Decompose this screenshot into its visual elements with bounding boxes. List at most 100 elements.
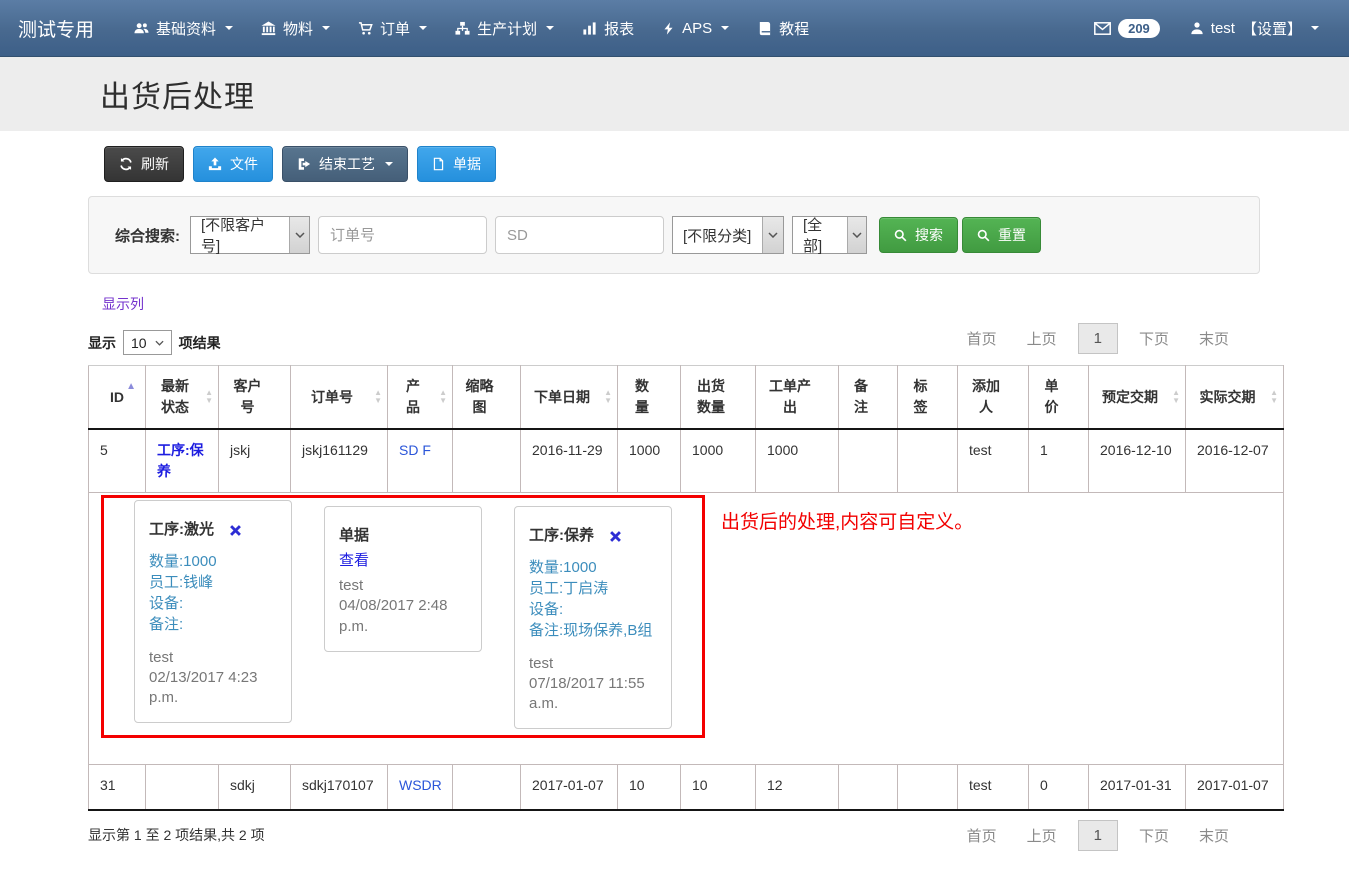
results-table: ID▲ 最新状态▲▼ 客户号 订单号▲▼ 产品▲▼ 缩略图 下单日期▲▼ 数量 … <box>88 365 1284 811</box>
list-controls-row: 显示 10 项结果 首页 上页 1 下页 末页 <box>88 322 1284 355</box>
product-link[interactable]: SD F <box>399 442 431 458</box>
length-prefix: 显示 <box>88 333 116 353</box>
page-size-select[interactable]: 10 <box>123 330 172 355</box>
col-header-customer[interactable]: 客户号 <box>219 366 291 430</box>
scope-filter-select[interactable]: [全部] <box>792 216 867 254</box>
nav-item-production-plan[interactable]: 生产计划 <box>441 0 568 56</box>
col-header-ship-qty[interactable]: 出货数量 <box>681 366 756 430</box>
upload-icon <box>208 157 222 171</box>
nav-item-material[interactable]: 物料 <box>247 0 344 56</box>
col-header-status[interactable]: 最新状态▲▼ <box>146 366 219 430</box>
card-title: 单据 <box>339 525 369 548</box>
col-header-order-no[interactable]: 订单号▲▼ <box>291 366 388 430</box>
select-value: [全部] <box>793 217 847 253</box>
file-upload-button[interactable]: 文件 <box>193 146 273 182</box>
page-next[interactable]: 下页 <box>1124 819 1184 852</box>
page-first[interactable]: 首页 <box>952 819 1012 852</box>
page-current[interactable]: 1 <box>1078 323 1118 354</box>
show-columns-link[interactable]: 显示列 <box>102 294 144 314</box>
bank-icon <box>261 21 276 36</box>
brand[interactable]: 测试专用 <box>0 0 120 56</box>
document-card: 单据 查看 test 04/08/2017 2:48 p.m. <box>324 506 482 652</box>
reset-button[interactable]: 重置 <box>962 217 1041 253</box>
nav-label: 基础资料 <box>156 18 216 39</box>
card-line-employee: 员工:丁启涛 <box>529 579 657 599</box>
nav-item-reports[interactable]: 报表 <box>568 0 648 56</box>
book-icon <box>757 21 772 36</box>
col-header-qty[interactable]: 数量 <box>618 366 681 430</box>
page-last[interactable]: 末页 <box>1184 322 1244 355</box>
page-first[interactable]: 首页 <box>952 322 1012 355</box>
cell-wo-output: 12 <box>756 765 839 810</box>
nav-item-base-data[interactable]: 基础资料 <box>120 0 247 56</box>
page-prev[interactable]: 上页 <box>1012 322 1072 355</box>
cell-unit-price: 0 <box>1029 765 1089 810</box>
col-header-tag[interactable]: 标签 <box>898 366 958 430</box>
page-next[interactable]: 下页 <box>1124 322 1184 355</box>
messages-menu[interactable]: 209 <box>1080 19 1166 38</box>
card-line-remark: 备注:现场保养,B组 <box>529 621 657 641</box>
page-header: 出货后处理 <box>0 57 1349 131</box>
close-icon[interactable] <box>610 531 621 542</box>
order-no-input[interactable] <box>318 216 487 254</box>
sort-icon: ▲▼ <box>604 389 612 405</box>
document-button[interactable]: 单据 <box>417 146 496 182</box>
button-label: 文件 <box>230 154 258 174</box>
cell-qty: 1000 <box>618 429 681 493</box>
caret-down-icon <box>721 26 729 30</box>
product-link[interactable]: WSDR <box>399 777 442 793</box>
end-process-button[interactable]: 结束工艺 <box>282 146 408 182</box>
col-header-due-date[interactable]: 预定交期▲▼ <box>1089 366 1186 430</box>
cell-actual-date: 2016-12-07 <box>1186 429 1284 493</box>
card-title: 工序:激光 <box>149 519 214 542</box>
status-link[interactable]: 工序:保养 <box>157 442 204 479</box>
cell-wo-output: 1000 <box>756 429 839 493</box>
refresh-button[interactable]: 刷新 <box>104 146 184 182</box>
search-icon <box>977 229 990 242</box>
col-header-actual-date[interactable]: 实际交期▲▼ <box>1186 366 1284 430</box>
page-current[interactable]: 1 <box>1078 820 1118 851</box>
page-last[interactable]: 末页 <box>1184 819 1244 852</box>
select-value: 10 <box>131 335 147 351</box>
col-header-unit-price[interactable]: 单价 <box>1029 366 1089 430</box>
table-row: 5 工序:保养 jskj jskj161129 SD F 2016-11-29 … <box>89 429 1284 493</box>
customer-filter-select[interactable]: [不限客户号] <box>190 216 310 254</box>
search-label: 综合搜索: <box>115 225 180 246</box>
chevron-down-icon <box>155 340 164 346</box>
col-header-thumbnail[interactable]: 缩略图 <box>453 366 521 430</box>
cell-thumbnail <box>453 765 521 810</box>
col-header-remark[interactable]: 备注 <box>839 366 898 430</box>
card-added-by: test <box>529 654 657 674</box>
cell-ship-qty: 1000 <box>681 429 756 493</box>
view-link[interactable]: 查看 <box>339 550 369 573</box>
page-prev[interactable]: 上页 <box>1012 819 1072 852</box>
col-header-order-date[interactable]: 下单日期▲▼ <box>521 366 618 430</box>
col-header-wo-output[interactable]: 工单产出 <box>756 366 839 430</box>
nav-item-tutorial[interactable]: 教程 <box>743 0 823 56</box>
cart-icon <box>358 21 373 36</box>
card-added-by: test <box>339 576 467 596</box>
close-icon[interactable] <box>230 525 241 536</box>
chevron-down-icon <box>762 217 783 253</box>
card-line-remark: 备注: <box>149 615 277 635</box>
detail-cell: 工序:激光 数量:1000 员工:钱峰 设备: 备注: test 02/13/2… <box>89 493 1284 765</box>
detail-row: 工序:激光 数量:1000 员工:钱峰 设备: 备注: test 02/13/2… <box>89 493 1284 765</box>
sort-asc-icon: ▲ <box>126 379 136 394</box>
search-button[interactable]: 搜索 <box>879 217 958 253</box>
process-card-laser: 工序:激光 数量:1000 员工:钱峰 设备: 备注: test 02/13/2… <box>134 500 292 723</box>
table-footer: 显示第 1 至 2 项结果,共 2 项 首页 上页 1 下页 末页 <box>88 819 1284 852</box>
user-menu[interactable]: test 【设置】 <box>1176 18 1333 39</box>
cell-id: 5 <box>89 429 146 493</box>
product-input[interactable] <box>495 216 664 254</box>
sort-icon: ▲▼ <box>1172 389 1180 405</box>
cell-due-date: 2017-01-31 <box>1089 765 1186 810</box>
category-filter-select[interactable]: [不限分类] <box>672 216 784 254</box>
process-cards: 工序:激光 数量:1000 员工:钱峰 设备: 备注: test 02/13/2… <box>134 500 672 729</box>
nav-item-orders[interactable]: 订单 <box>344 0 441 56</box>
col-header-product[interactable]: 产品▲▼ <box>388 366 453 430</box>
col-header-id[interactable]: ID▲ <box>89 366 146 430</box>
col-header-added-by[interactable]: 添加人 <box>958 366 1029 430</box>
nav-item-aps[interactable]: APS <box>648 0 743 56</box>
bar-chart-icon <box>582 21 597 36</box>
cell-remark <box>839 765 898 810</box>
